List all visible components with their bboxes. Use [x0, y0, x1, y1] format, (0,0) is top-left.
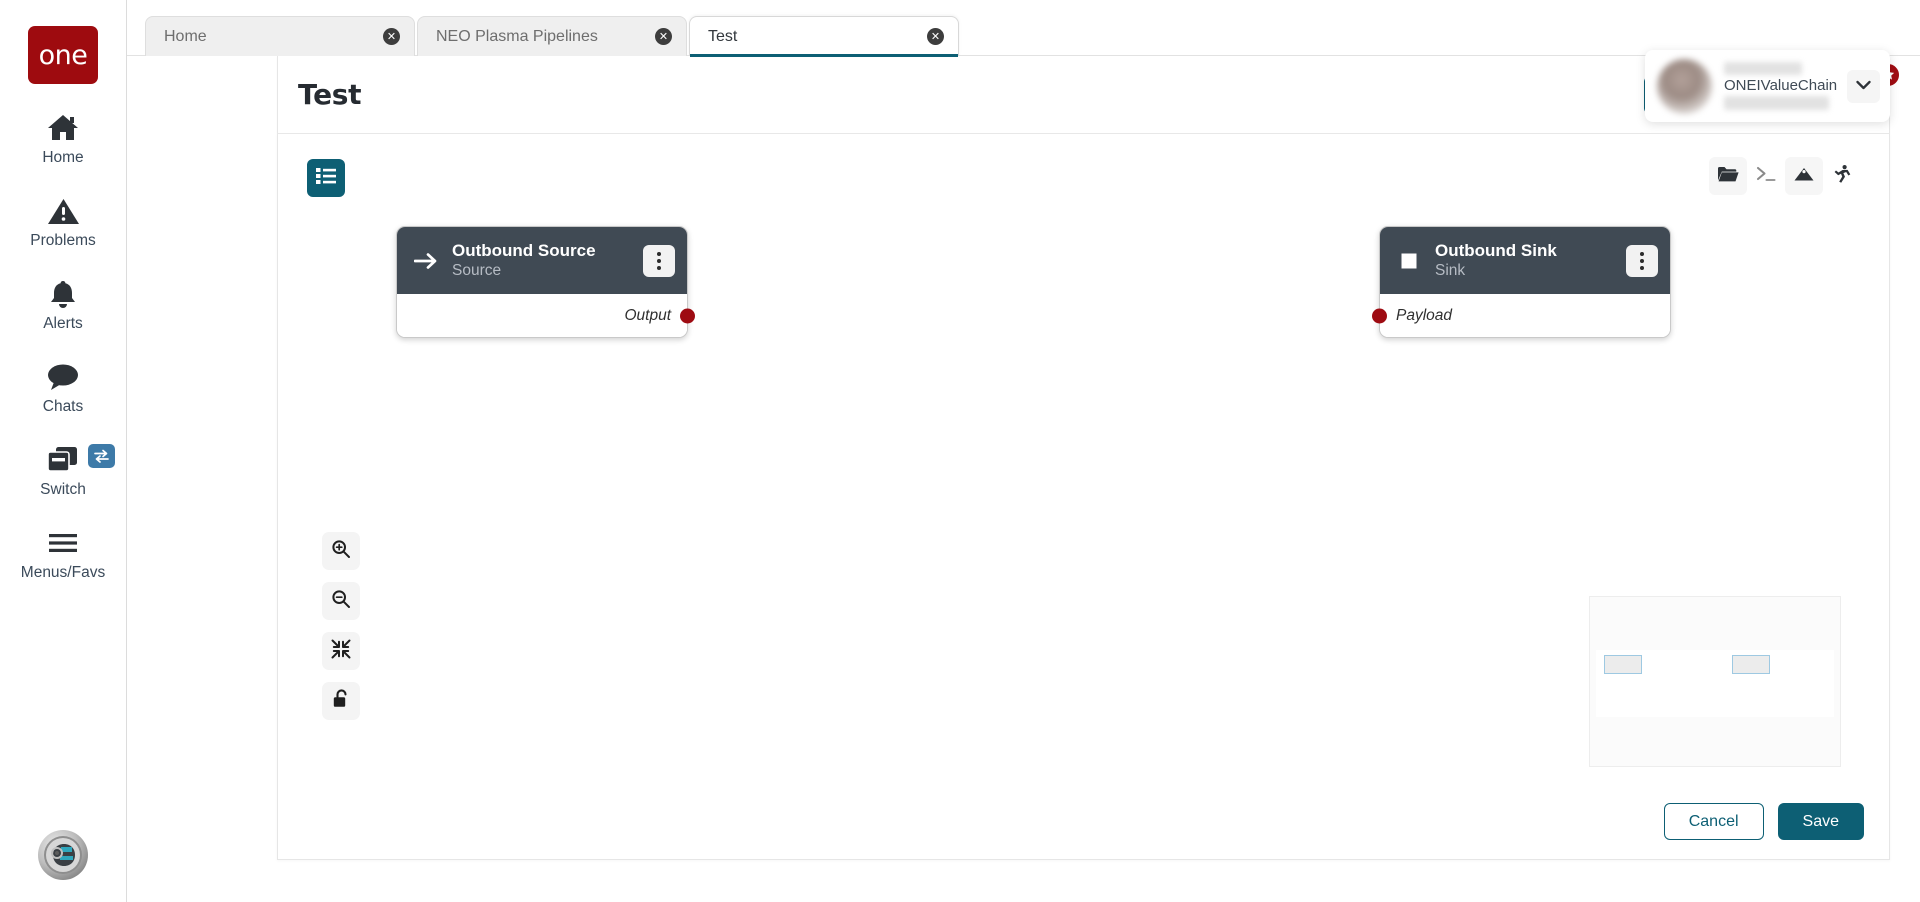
node-port-row: Output [397, 294, 695, 337]
zoom-in-button[interactable] [322, 532, 360, 570]
exchange-arrows-icon[interactable] [88, 444, 115, 468]
magnifier-minus-icon [331, 589, 351, 614]
tab-test[interactable]: Test ✕ [689, 16, 959, 57]
tab-neo-plasma-pipelines[interactable]: NEO Plasma Pipelines ✕ [417, 16, 687, 56]
home-icon [46, 110, 80, 146]
unlock-icon [332, 688, 351, 714]
sidebar-item-menus-favs-label: Menus/Favs [20, 564, 106, 581]
user-name-redacted [1724, 62, 1802, 75]
main-area: Home ✕ NEO Plasma Pipelines ✕ Test ✕ Tes… [127, 0, 1920, 902]
input-port-handle[interactable] [1372, 308, 1387, 323]
robot-assistant-icon[interactable] [38, 830, 88, 880]
node-menu-button[interactable] [1626, 244, 1658, 277]
bell-icon [48, 276, 78, 312]
lock-toggle-button[interactable] [322, 682, 360, 720]
canvas-minimap[interactable] [1589, 596, 1841, 767]
node-title: Outbound Sink [1435, 240, 1557, 260]
node-port-row: Payload [1372, 294, 1670, 337]
sidebar-item-chats[interactable]: Chats [0, 359, 126, 416]
compress-arrows-icon [331, 639, 351, 664]
user-details: ONEIValueChain [1724, 62, 1847, 110]
left-sidebar: one Home Problems Alerts Chats Switch Me… [0, 0, 127, 902]
node-subtitle: Source [452, 261, 502, 279]
node-header: Outbound Sink Sink [1380, 227, 1670, 294]
sidebar-item-home[interactable]: Home [0, 110, 126, 167]
magnifier-plus-icon [331, 539, 351, 564]
windows-stack-icon [45, 442, 81, 478]
tab-home[interactable]: Home ✕ [145, 16, 415, 56]
fit-to-screen-button[interactable] [322, 632, 360, 670]
output-port-handle[interactable] [680, 308, 695, 323]
canvas-zoom-controls [322, 532, 360, 739]
save-button[interactable]: Save [1777, 803, 1864, 840]
running-person-icon [1832, 164, 1852, 189]
sidebar-item-switch-label: Switch [40, 481, 86, 498]
node-text: Outbound Sink Sink [1435, 241, 1613, 280]
user-account-card[interactable]: ONEIValueChain [1645, 50, 1890, 122]
terminal-icon [1755, 165, 1777, 188]
sidebar-item-problems-label: Problems [30, 232, 96, 249]
minimap-viewport [1596, 650, 1834, 717]
canvas-toolbar [1709, 157, 1861, 195]
tab-home-label: Home [164, 27, 207, 45]
warning-triangle-icon [47, 193, 80, 229]
terminal-tool[interactable] [1747, 157, 1785, 195]
user-menu-toggle[interactable] [1847, 69, 1880, 103]
close-circle-icon[interactable]: ✕ [655, 28, 672, 45]
sidebar-item-home-label: Home [42, 149, 84, 166]
avatar [1657, 58, 1712, 114]
mountain-image-icon [1793, 165, 1815, 188]
tab-strip: Home ✕ NEO Plasma Pipelines ✕ Test ✕ [127, 0, 1920, 57]
open-folder-tool[interactable] [1709, 157, 1747, 195]
pipeline-canvas[interactable]: Outbound Source Source Output Outbound S… [277, 134, 1890, 860]
zoom-out-button[interactable] [322, 582, 360, 620]
run-tool[interactable] [1823, 157, 1861, 195]
node-header: Outbound Source Source [397, 227, 687, 294]
minimap-node [1604, 655, 1642, 674]
form-actions: Cancel Save [1663, 803, 1864, 840]
node-menu-button[interactable] [643, 244, 675, 277]
node-text: Outbound Source Source [452, 241, 630, 280]
hamburger-icon [47, 525, 79, 561]
image-tool[interactable] [1785, 157, 1823, 195]
node-subtitle: Sink [1435, 261, 1466, 279]
application-window: one Home Problems Alerts Chats Switch Me… [0, 0, 1920, 902]
page-title: Test [298, 78, 362, 111]
tab-test-label: Test [708, 27, 738, 45]
node-outbound-sink[interactable]: Outbound Sink Sink Payload [1372, 226, 1671, 338]
list-icon [316, 167, 336, 190]
close-circle-icon[interactable]: ✕ [927, 28, 944, 45]
sidebar-item-switch[interactable]: Switch [0, 442, 126, 499]
folder-open-icon [1717, 165, 1739, 188]
sidebar-item-menus-favs[interactable]: Menus/Favs [0, 525, 126, 582]
node-port-label: Output [624, 306, 671, 324]
chevron-down-icon [1856, 77, 1871, 95]
user-role-redacted [1724, 96, 1829, 110]
user-org-label: ONEIValueChain [1724, 77, 1838, 94]
node-title: Outbound Source [452, 240, 596, 260]
node-port-label: Payload [1396, 306, 1453, 324]
chat-bubble-icon [46, 359, 80, 395]
tab-neo-plasma-pipelines-label: NEO Plasma Pipelines [436, 27, 598, 45]
minimap-node [1732, 655, 1770, 674]
cancel-button[interactable]: Cancel [1663, 803, 1764, 840]
node-outbound-source[interactable]: Outbound Source Source Output [396, 226, 695, 338]
sidebar-item-alerts-label: Alerts [43, 315, 83, 332]
sidebar-item-problems[interactable]: Problems [0, 193, 126, 250]
node-list-button[interactable] [307, 159, 345, 197]
one-logo-text: one [38, 39, 88, 71]
sidebar-item-chats-label: Chats [42, 398, 84, 415]
close-circle-icon[interactable]: ✕ [383, 28, 400, 45]
sidebar-item-alerts[interactable]: Alerts [0, 276, 126, 333]
square-outline-icon [1396, 251, 1422, 271]
one-logo[interactable]: one [28, 26, 98, 84]
arrow-right-icon [413, 251, 439, 271]
